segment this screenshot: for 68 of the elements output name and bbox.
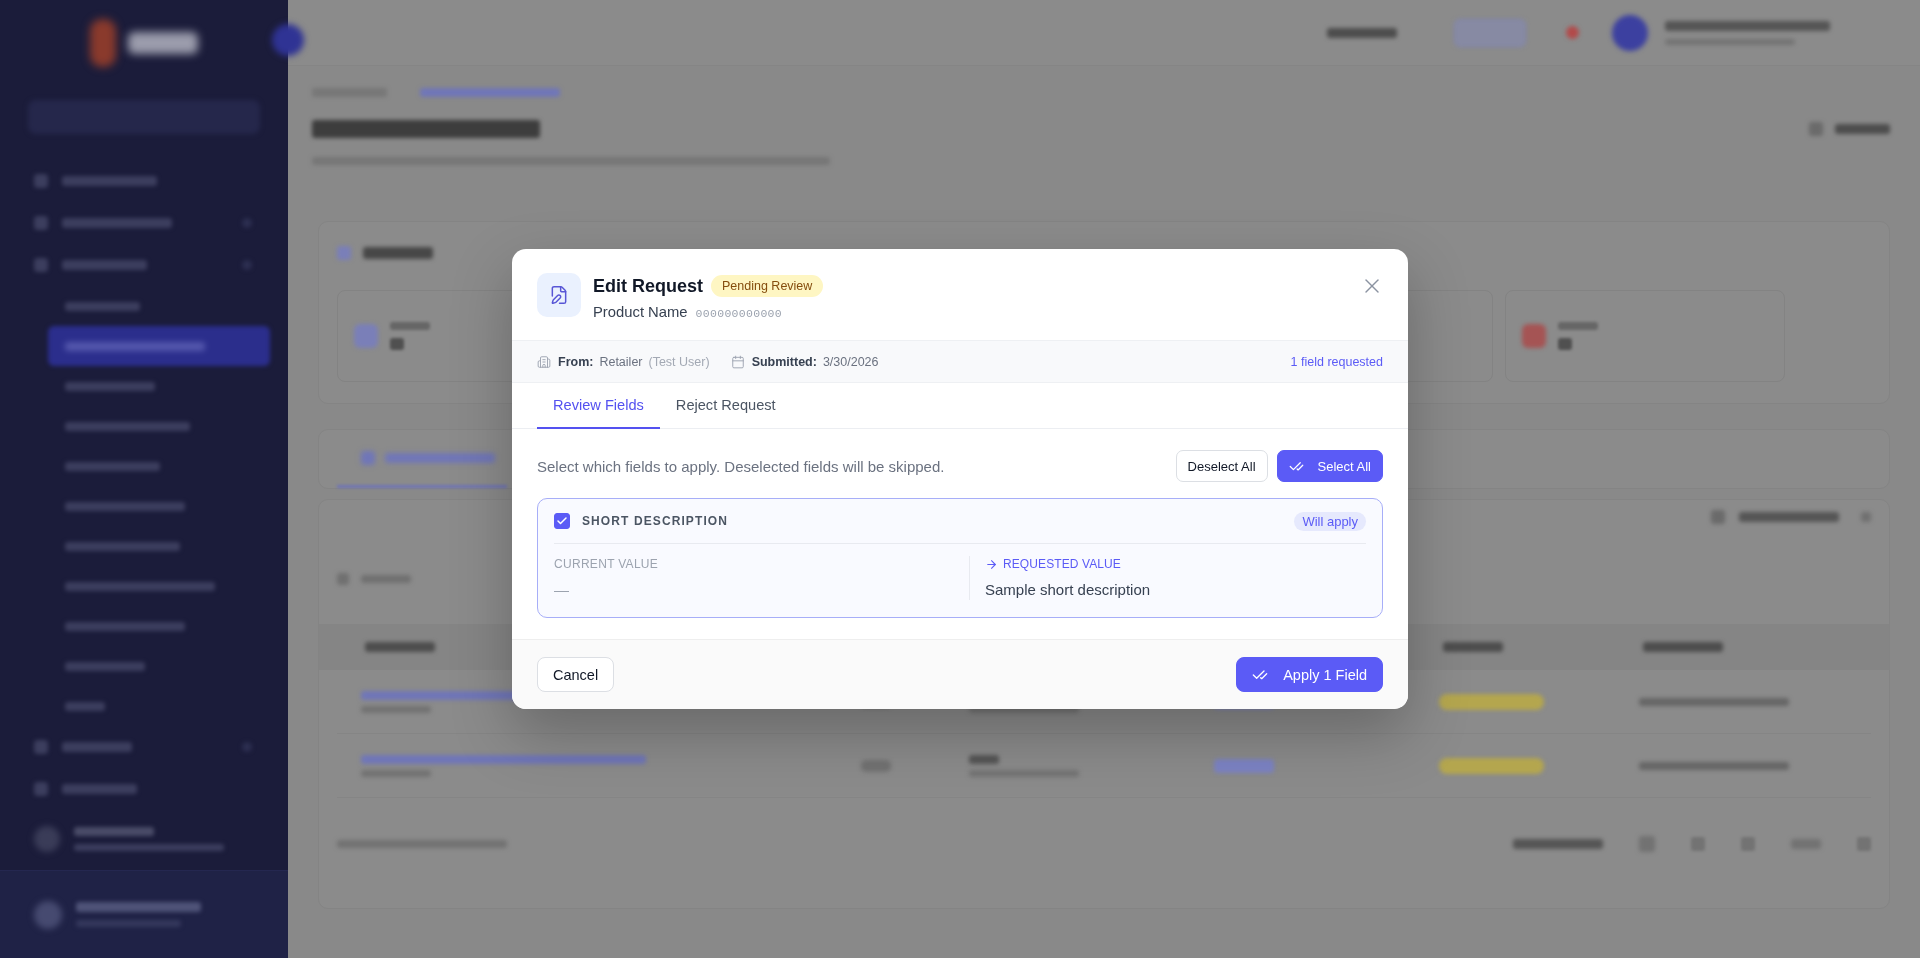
- from-user: (Test User): [648, 354, 710, 369]
- blurred-text: [1791, 839, 1821, 849]
- blurred-logo-icon: [90, 19, 116, 67]
- file-pen-icon: [537, 273, 581, 317]
- current-value-label: CURRENT VALUE: [554, 556, 659, 572]
- blurred-badge: [1214, 758, 1274, 773]
- blurred-icon: [34, 782, 48, 796]
- blurred-text: [969, 754, 999, 764]
- calendar-icon: [730, 354, 745, 369]
- blurred-circle-icon: [272, 24, 304, 56]
- blurred-text: [65, 701, 105, 711]
- blurred-text: [1327, 27, 1397, 38]
- status-badge: Will apply: [1294, 511, 1366, 531]
- blurred-text: [861, 759, 891, 772]
- from-label: From:: [558, 354, 594, 369]
- blurred-avatar-icon: [1612, 14, 1648, 51]
- blurred-text: [390, 338, 404, 350]
- blurred-icon: [1809, 122, 1823, 136]
- submitted-label: Submitted:: [751, 354, 817, 369]
- product-code: 000000000000: [695, 307, 782, 320]
- requested-value: Sample short description: [985, 580, 1152, 600]
- blurred-icon: [1522, 324, 1546, 348]
- blurred-button[interactable]: [1454, 18, 1526, 47]
- blurred-text: [365, 642, 435, 652]
- blurred-nav-highlight[interactable]: [48, 326, 270, 366]
- blurred-icon: [1639, 836, 1655, 852]
- blurred-icon: [1711, 510, 1725, 524]
- blurred-icon: [34, 216, 48, 230]
- blurred-text: [361, 575, 411, 583]
- field-name: SHORT DESCRIPTION: [582, 514, 729, 528]
- from-value: Retailer: [599, 354, 643, 369]
- tab[interactable]: Reject Request: [659, 383, 792, 429]
- blurred-text: [1443, 642, 1503, 652]
- blurred-text: [1558, 322, 1598, 330]
- blurred-text: [363, 247, 433, 259]
- blurred-avatar-icon: [34, 900, 62, 929]
- blurred-icon: [34, 174, 48, 188]
- blurred-icon: [337, 246, 351, 260]
- blurred-icon: [354, 324, 378, 348]
- blurred-text: [128, 32, 198, 54]
- submitted-date: 3/30/2026: [822, 354, 879, 369]
- select-all-button[interactable]: Select All: [1276, 450, 1383, 482]
- requested-value-label: REQUESTED VALUE: [1003, 556, 1121, 572]
- blurred-text: [1558, 338, 1572, 350]
- dialog-title: Edit Request: [593, 275, 703, 297]
- instructions-text: Select which fields to apply. Deselected fields will be skipped.: [537, 457, 946, 475]
- blurred-icon: [34, 258, 48, 272]
- building-icon: [537, 354, 551, 369]
- product-name: Product Name: [593, 304, 688, 320]
- requested-count: 1 field requested: [1290, 354, 1383, 369]
- deselect-all-button[interactable]: Deselect All: [1175, 450, 1268, 482]
- check-icon: [556, 515, 568, 527]
- arrow-right-icon: [985, 557, 998, 571]
- status-badge: Pending Review: [711, 275, 824, 297]
- blurred-text: [1835, 124, 1890, 134]
- blurred-icon: [1861, 512, 1871, 522]
- cancel-button[interactable]: Cancel: [537, 657, 615, 692]
- blurred-icon: [337, 573, 349, 585]
- blurred-dot-icon: [1566, 26, 1579, 39]
- blurred-icon: [34, 740, 48, 754]
- blurred-avatar-icon: [34, 826, 60, 852]
- blurred-text: [62, 742, 132, 752]
- apply-button[interactable]: Apply 1 Field: [1236, 657, 1383, 692]
- blurred-text: [390, 322, 430, 330]
- blurred-icon: [361, 450, 375, 465]
- checkbox[interactable]: [554, 513, 570, 529]
- current-value: —: [554, 580, 570, 600]
- tab[interactable]: Review Fields: [537, 383, 660, 429]
